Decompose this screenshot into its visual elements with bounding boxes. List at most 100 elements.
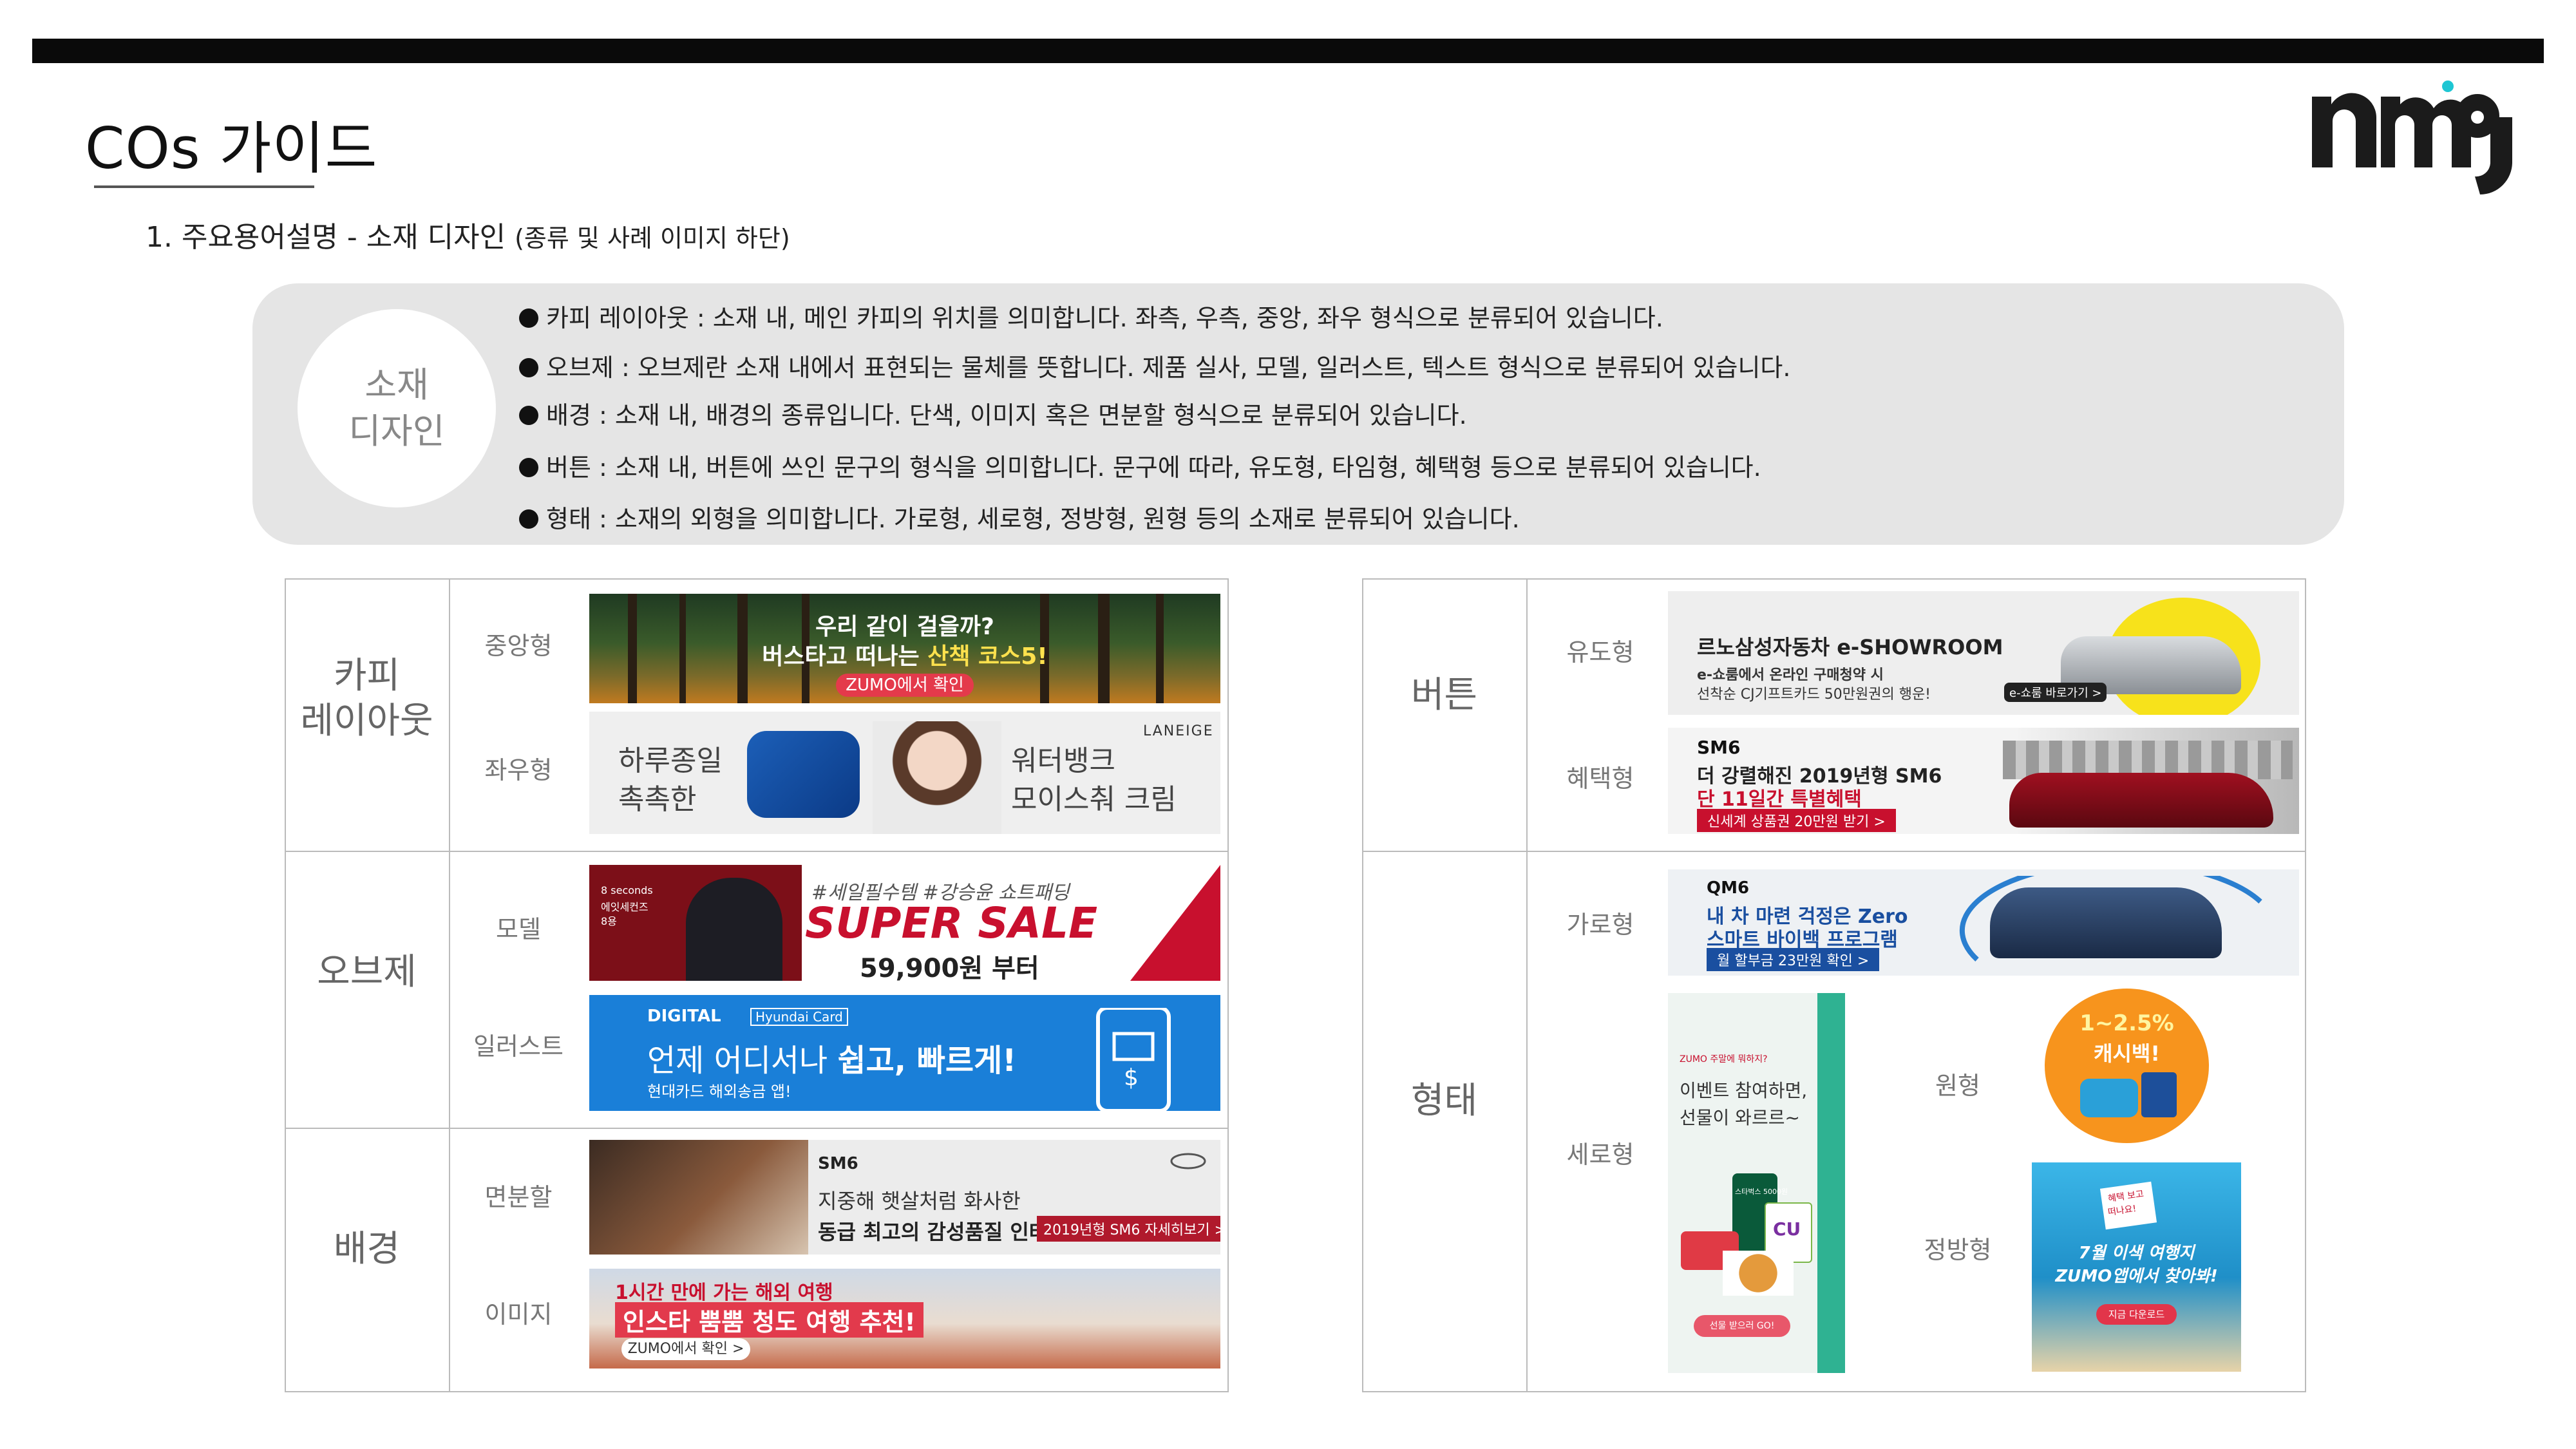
vertical-cta-button[interactable]: 선물 받으러 GO! xyxy=(1694,1315,1790,1337)
circle-line2: 디자인 xyxy=(348,411,445,451)
table-divider xyxy=(449,578,450,1392)
sub-label: 정방형 xyxy=(1924,1236,1992,1264)
banner-showroom: 르노삼성자동차 e-SHOWROOM e-쇼룸에서 온라인 구매청약 시 선착순… xyxy=(1668,591,2299,715)
showroom-button[interactable]: e-쇼룸 바로가기 > xyxy=(2004,683,2107,702)
banner-circle: 1~2.5% 캐시백! xyxy=(2045,989,2209,1143)
sale-headline: SUPER SALE xyxy=(805,898,1098,948)
circle-line1: 소재 xyxy=(365,365,429,405)
sm6b-car-image xyxy=(2009,773,2273,828)
laneige-model-image xyxy=(873,721,1001,834)
vertical-line1: 이벤트 참여하면, xyxy=(1680,1080,1808,1101)
sub-label: 일러스트 xyxy=(473,1032,564,1061)
sm6a-line1: 지중해 햇살처럼 화사한 xyxy=(818,1189,1021,1213)
svg-text:$: $ xyxy=(1124,1065,1139,1091)
square-cta-button[interactable]: 지금 다운로드 xyxy=(2096,1304,2177,1325)
laneige-jar-image xyxy=(747,731,860,818)
digital-line2: 현대카드 해외송금 앱! xyxy=(647,1083,791,1101)
nmg-logo xyxy=(2312,80,2512,194)
sale-side1: 8 seconds xyxy=(601,884,653,896)
category-button: 버튼 xyxy=(1410,674,1478,716)
bullet-item: 형태 : 소재의 외형을 의미합니다. 가로형, 세로형, 정방형, 원형 등의… xyxy=(519,499,1520,535)
showroom-title: 르노삼성자동차 e-SHOWROOM xyxy=(1697,635,2003,659)
square-line1: 7월 이색 여행지 xyxy=(2078,1244,2195,1263)
square-line2: ZUMO앱에서 찾아봐! xyxy=(2055,1267,2218,1286)
forest-line1: 우리 같이 걸을까? xyxy=(815,614,994,640)
sale-side2: 에잇세컨즈 xyxy=(601,901,649,913)
laneige-brand: LANEIGE xyxy=(1143,723,1214,739)
digital-card-label: Hyundai Card xyxy=(750,1008,848,1026)
sub-label: 중앙형 xyxy=(484,632,553,660)
banner-digital: DIGITAL Hyundai Card 언제 어디서나 쉽고, 빠르게! 현대… xyxy=(589,995,1220,1111)
category-background: 배경 xyxy=(333,1228,401,1270)
vertical-cu: CU xyxy=(1773,1218,1801,1240)
bullet-dot-icon xyxy=(519,458,538,477)
sale-side3: 8용 xyxy=(601,915,617,927)
vertical-line2: 선물이 와르르~ xyxy=(1680,1107,1800,1128)
chicken-plate-image xyxy=(1723,1251,1794,1296)
top-bar xyxy=(32,39,2544,63)
banner-square: 혜택 보고 떠나요! 7월 이색 여행지 ZUMO앱에서 찾아봐! 지금 다운로… xyxy=(2032,1162,2241,1372)
sm6b-benefit-button[interactable]: 신세계 상품권 20만원 받기 > xyxy=(1697,809,1896,832)
bullet-dot-icon xyxy=(519,308,538,328)
table-divider xyxy=(1362,851,2306,852)
banner-forest: 우리 같이 걸을까? 버스타고 떠나는 산책 코스5! ZUMO에서 확인 xyxy=(589,594,1220,703)
banner-super-sale: 8 seconds 에잇세컨즈 8용 #세일필수템 #강승윤 쇼트패딩 SUPE… xyxy=(589,865,1220,981)
category-label: 카피 xyxy=(333,655,401,697)
sub-label: 가로형 xyxy=(1566,911,1634,939)
bullet-dot-icon xyxy=(519,358,538,377)
qm6-arrows-icon xyxy=(1959,876,2262,961)
page-title: COs 가이드 xyxy=(85,115,378,182)
laneige-left2: 촉촉한 xyxy=(618,783,697,816)
sub-label: 이미지 xyxy=(484,1300,553,1329)
qm6-brand: QM6 xyxy=(1707,878,1750,898)
table-divider xyxy=(1526,578,1528,1392)
forest-line2-b: 산책 코스5! xyxy=(927,643,1048,670)
sub-label: 좌우형 xyxy=(484,756,553,784)
sub-label: 원형 xyxy=(1935,1072,1980,1100)
category-copy-layout: 카피 레이아웃 xyxy=(285,654,449,744)
category-shape: 형태 xyxy=(1410,1080,1478,1122)
sub-label: 유도형 xyxy=(1566,638,1634,667)
section-title: 1. 주요용어설명 - 소재 디자인 (종류 및 사례 이미지 하단) xyxy=(146,214,790,255)
forest-cta-button[interactable]: ZUMO에서 확인 xyxy=(836,674,974,697)
forest-line2-a: 버스타고 떠나는 xyxy=(762,643,928,670)
showroom-line1: e-쇼룸에서 온라인 구매청약 시 xyxy=(1697,667,1884,683)
design-circle: 소재 디자인 xyxy=(298,309,496,507)
bullet-text: 형태 : 소재의 외형을 의미합니다. 가로형, 세로형, 정방형, 원형 등의… xyxy=(546,505,1520,533)
showroom-line2: 선착순 CJ기프트카드 50만원권의 행운! xyxy=(1697,687,1931,703)
section-title-main: 1. 주요용어설명 - 소재 디자인 xyxy=(146,221,515,254)
banner-sm6-split: SM6 지중해 햇살처럼 화사한 동급 최고의 감성품질 인테리어 2019년형… xyxy=(589,1140,1220,1255)
sale-red-stripe xyxy=(1130,865,1220,981)
sale-model-image xyxy=(686,878,782,981)
banner-qm6: QM6 내 차 마련 걱정은 Zero 스마트 바이백 프로그램 월 할부금 2… xyxy=(1668,869,2299,976)
bullet-text: 오브제 : 오브제란 소재 내에서 표현되는 물체를 뜻합니다. 제품 실사, … xyxy=(546,354,1791,382)
digital-line1: 언제 어디서나 쉽고, 빠르게! xyxy=(647,1035,1016,1080)
sm6a-detail-button[interactable]: 2019년형 SM6 자세히보기 > xyxy=(1037,1216,1220,1242)
phone-illustration-icon: $ xyxy=(1096,1008,1171,1111)
bullet-item: 버튼 : 소재 내, 버튼에 쓰인 문구의 형식을 의미합니다. 문구에 따라,… xyxy=(519,448,1761,483)
banner-laneige: 하루종일 촉촉한 LANEIGE 워터뱅크 모이스춰 크림 xyxy=(589,712,1220,834)
digital-brand: DIGITAL xyxy=(647,1007,721,1026)
circle-text: 캐시백! xyxy=(2094,1041,2160,1066)
sm6b-line2: 단 11일간 특별혜택 xyxy=(1697,788,1862,811)
digital-line1-a: 언제 어디서나 xyxy=(647,1043,838,1079)
travel-line1: 1시간 만에 가는 해외 여행 xyxy=(615,1282,833,1304)
laneige-right2: 모이스춰 크림 xyxy=(1011,783,1177,816)
sm6a-brand: SM6 xyxy=(818,1154,858,1173)
forest-line2: 버스타고 떠나는 산책 코스5! xyxy=(589,638,1220,671)
category-label: 레이아웃 xyxy=(300,700,433,742)
bullet-item: 오브제 : 오브제란 소재 내에서 표현되는 물체를 뜻합니다. 제품 실사, … xyxy=(519,348,1790,383)
vertical-top: ZUMO 주말에 뭐하지? xyxy=(1680,1054,1768,1065)
banner-sm6-benefit: SM6 더 강렬해진 2019년형 SM6 단 11일간 특별혜택 신세계 상품… xyxy=(1668,728,2299,834)
qm6-button[interactable]: 월 할부금 23만원 확인 > xyxy=(1707,948,1880,971)
bullet-text: 카피 레이아웃 : 소재 내, 메인 카피의 위치를 의미합니다. 좌측, 우측… xyxy=(546,304,1663,332)
bullet-dot-icon xyxy=(519,509,538,529)
sub-label: 혜택형 xyxy=(1566,764,1634,793)
vertical-gift: 스타벅스 5000원 xyxy=(1735,1188,1788,1196)
circle-card-icon xyxy=(2141,1072,2177,1117)
travel-cta-button[interactable]: ZUMO에서 확인 > xyxy=(621,1338,750,1360)
sub-label: 면분할 xyxy=(484,1183,553,1211)
circle-car-icon xyxy=(2080,1079,2138,1117)
circle-pct: 1~2.5% xyxy=(2079,1010,2174,1036)
section-title-sub: (종류 및 사례 이미지 하단) xyxy=(515,224,790,252)
